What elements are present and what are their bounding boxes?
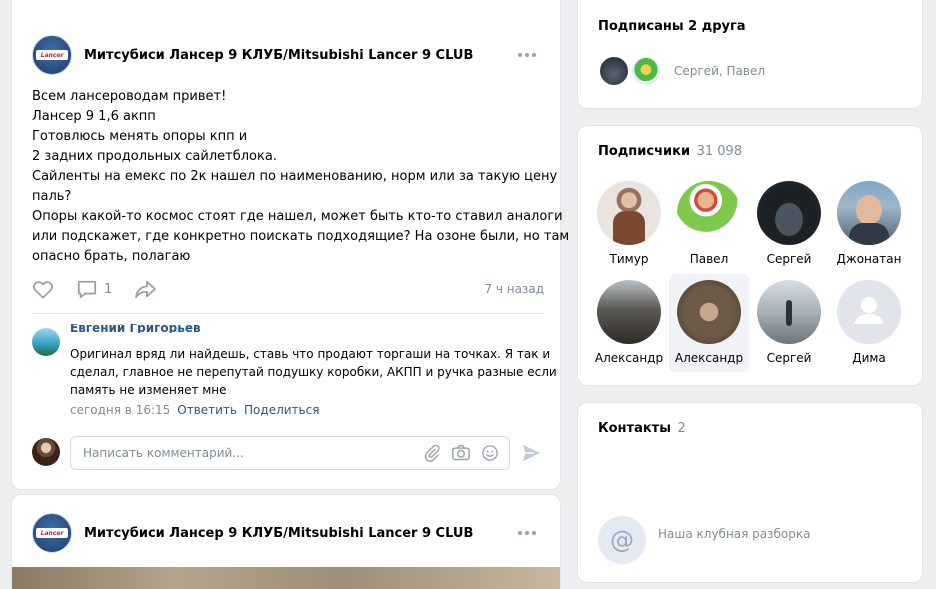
default-user-icon — [854, 297, 884, 324]
at-sign-icon[interactable]: @ — [598, 516, 646, 564]
camera-icon[interactable] — [451, 444, 471, 462]
subscriber-name: Александр — [674, 351, 744, 365]
subscriber-avatar — [837, 280, 901, 344]
post-card: Lancer Митсубиси Лансер 9 КЛУБ/Mitsubish… — [11, 494, 561, 589]
comment-count: 1 — [104, 281, 113, 297]
subscriber-name: Павел — [689, 252, 729, 266]
post-text-line: Лансер 9 1,6 акпп — [32, 109, 156, 124]
comment-text-line: Оригинал вряд ли найдешь, ставь что прод… — [70, 347, 551, 361]
subscribers-block: Подписчики 31 098 Тимур Павел Сергей Джо… — [577, 125, 923, 386]
post-photo[interactable] — [12, 567, 560, 589]
subscriber-name: Сергей — [766, 252, 812, 266]
subscriber-avatar — [757, 280, 821, 344]
subscribers-title[interactable]: Подписчики 31 098 — [598, 144, 742, 159]
subscriber-tile[interactable]: Александр — [589, 274, 669, 372]
post-text-line: Опоры какой-то космос стоят где нашел, м… — [32, 209, 563, 224]
friend-avatar[interactable] — [598, 55, 630, 87]
comment-input[interactable] — [83, 446, 423, 460]
send-icon[interactable] — [520, 442, 542, 464]
subscriber-tile[interactable]: Тимур — [589, 175, 669, 273]
subscriber-name: Дима — [852, 351, 886, 365]
group-logo-text: Lancer — [36, 50, 68, 60]
comment-icon — [77, 280, 97, 299]
share-button[interactable] — [134, 279, 158, 299]
post-text-line: Сайленты на емекс по 2к нашел по наимено… — [32, 169, 558, 184]
like-button[interactable] — [32, 279, 54, 299]
post-actions: 1 7 ч назад — [32, 277, 544, 301]
divider — [32, 313, 544, 314]
subscribers-count: 31 098 — [696, 144, 743, 159]
contact-name[interactable]: Наша клубная разборка — [658, 527, 811, 541]
post-text-line: Готовлюсь менять опоры кпп и — [32, 129, 248, 144]
subscribers-label: Подписчики — [598, 144, 691, 159]
post-text-line: или подскажет, где конкретно поискать по… — [32, 229, 570, 244]
subscriber-avatar — [677, 181, 741, 245]
subscriber-avatar — [597, 280, 661, 344]
share-comment-link[interactable]: Поделиться — [244, 403, 319, 417]
contacts-block: Контакты 2 @ Наша клубная разборка — [577, 402, 923, 583]
friends-block: Подписаны 2 друга Сергей, Павел — [577, 0, 923, 109]
subscriber-tile[interactable]: Сергей — [749, 175, 829, 273]
post-card: Lancer Митсубиси Лансер 9 КЛУБ/Mitsubish… — [11, 0, 570, 490]
subscriber-tile[interactable]: Дима — [829, 274, 909, 372]
more-options-icon[interactable] — [518, 528, 538, 538]
post-text-line: Всем лансероводам привет! — [32, 89, 227, 104]
subscriber-tile[interactable]: Александр — [669, 274, 749, 372]
share-arrow-icon — [135, 280, 157, 299]
more-options-icon[interactable] — [518, 50, 538, 60]
contacts-count: 2 — [677, 421, 686, 436]
post-header: Lancer Митсубиси Лансер 9 КЛУБ/Mitsubish… — [32, 513, 473, 553]
group-name-link[interactable]: Митсубиси Лансер 9 КЛУБ/Mitsubishi Lance… — [84, 526, 473, 541]
subscriber-tile[interactable]: Павел — [669, 175, 749, 273]
comment-text: Оригинал вряд ли найдешь, ставь что прод… — [70, 345, 557, 399]
emoji-icon[interactable] — [481, 444, 499, 462]
subscriber-avatar — [837, 181, 901, 245]
post-text-line: опасно брать, полагаю — [32, 249, 191, 264]
friends-title[interactable]: Подписаны 2 друга — [598, 19, 746, 34]
subscriber-name: Тимур — [609, 252, 649, 266]
friend-avatar[interactable] — [630, 55, 662, 87]
subscriber-name: Джонатан — [836, 252, 902, 266]
post-text-line: паль? — [32, 189, 72, 204]
subscriber-avatar — [757, 181, 821, 245]
attach-icon[interactable] — [423, 444, 441, 462]
heart-icon — [33, 281, 53, 299]
comment-text-line: память не изменяет мне — [70, 383, 227, 397]
post-text: Всем лансероводам привет! Лансер 9 1,6 а… — [32, 87, 570, 267]
current-user-avatar[interactable] — [32, 438, 60, 466]
subscriber-name: Александр — [594, 351, 664, 365]
contacts-title[interactable]: Контакты 2 — [598, 421, 686, 436]
commenter-name[interactable]: Евгений Григорьев — [70, 324, 201, 333]
subscriber-tile[interactable]: Джонатан — [829, 175, 909, 273]
comment-text-line: сделал, главное не перепутай подушку кор… — [70, 365, 557, 379]
contacts-label: Контакты — [598, 421, 671, 436]
subscriber-avatar — [597, 181, 661, 245]
comment-input-box — [70, 436, 510, 470]
subscriber-name: Сергей — [766, 351, 812, 365]
comment-button[interactable]: 1 — [76, 279, 112, 299]
group-logo-text: Lancer — [36, 528, 68, 538]
comment-meta: сегодня в 16:15 Ответить Поделиться — [70, 403, 319, 417]
post-text-line: 2 задних продольных сайлетблока. — [32, 149, 277, 164]
post-header: Lancer Митсубиси Лансер 9 КЛУБ/Mitsubish… — [32, 35, 473, 75]
group-avatar[interactable]: Lancer — [32, 513, 72, 553]
commenter-avatar[interactable] — [32, 328, 60, 356]
group-name-link[interactable]: Митсубиси Лансер 9 КЛУБ/Mitsubishi Lance… — [84, 48, 473, 63]
subscriber-avatar — [677, 280, 741, 344]
subscriber-tile[interactable]: Сергей — [749, 274, 829, 372]
comment-date[interactable]: сегодня в 16:15 — [70, 403, 170, 417]
friends-names[interactable]: Сергей, Павел — [674, 64, 765, 78]
post-time[interactable]: 7 ч назад — [484, 282, 544, 296]
group-avatar[interactable]: Lancer — [32, 35, 72, 75]
reply-link[interactable]: Ответить — [177, 403, 237, 417]
